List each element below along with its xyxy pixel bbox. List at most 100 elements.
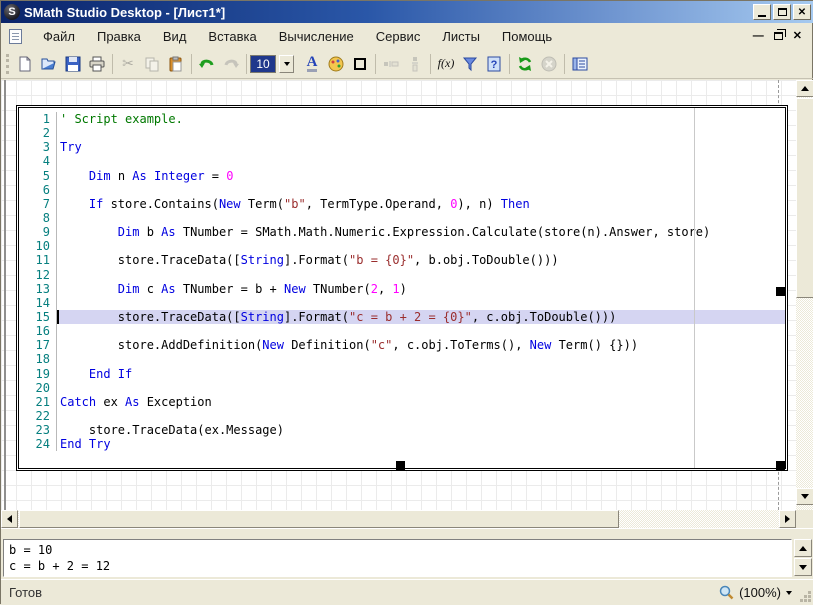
code-line[interactable]: 17 store.AddDefinition(New Definition("c… <box>19 338 785 352</box>
scroll-down-button[interactable] <box>796 488 813 505</box>
menu-item-file[interactable]: Файл <box>32 26 86 47</box>
undo-button[interactable] <box>195 52 219 76</box>
title-bar: S SMath Studio Desktop - [Лист1*] ✕ <box>1 1 813 23</box>
console-scroll-down-button[interactable] <box>794 558 812 576</box>
console-splitter[interactable] <box>1 528 813 537</box>
code-line[interactable]: 9 Dim b As TNumber = SMath.Math.Numeric.… <box>19 225 785 239</box>
console-scroll-up-button[interactable] <box>794 539 812 557</box>
zoom-dropdown-icon[interactable] <box>786 591 792 598</box>
code-line[interactable]: 12 <box>19 268 785 282</box>
refresh-icon <box>517 56 533 72</box>
code-line[interactable]: 22 <box>19 409 785 423</box>
menu-item-help[interactable]: Помощь <box>491 26 563 47</box>
line-text <box>57 409 785 423</box>
code-line[interactable]: 3Try <box>19 140 785 154</box>
code-line[interactable]: 11 store.TraceData([String].Format("b = … <box>19 253 785 267</box>
help-button[interactable]: ? <box>482 52 506 76</box>
code-line[interactable]: 15 store.TraceData([String].Format("c = … <box>19 310 785 324</box>
maximize-button[interactable] <box>773 4 791 20</box>
worksheet-horizontal-scrollbar[interactable] <box>1 510 796 528</box>
new-button[interactable] <box>13 52 37 76</box>
code-editor-region[interactable]: 1' Script example.23Try45 Dim n As Integ… <box>16 105 788 471</box>
cut-button[interactable]: ✂ <box>116 52 140 76</box>
menu-item-tools[interactable]: Сервис <box>365 26 432 47</box>
console-output[interactable]: b = 10 c = b + 2 = 12 <box>3 539 792 577</box>
code-line[interactable]: 2 <box>19 126 785 140</box>
menu-bar: Файл Правка Вид Вставка Вычисление Серви… <box>1 23 813 49</box>
code-line[interactable]: 7 If store.Contains(New Term("b", TermTy… <box>19 197 785 211</box>
code-line[interactable]: 16 <box>19 324 785 338</box>
menu-item-edit[interactable]: Правка <box>86 26 152 47</box>
mdi-close-icon[interactable]: ✕ <box>793 30 802 42</box>
resize-handle-corner[interactable] <box>776 461 785 470</box>
line-number: 18 <box>19 352 57 366</box>
scroll-left-button[interactable] <box>1 510 18 528</box>
line-text: If store.Contains(New Term("b", TermType… <box>57 197 785 211</box>
redo-button[interactable] <box>219 52 243 76</box>
open-button[interactable] <box>37 52 61 76</box>
code-line[interactable]: 1' Script example. <box>19 112 785 126</box>
background-color-button[interactable] <box>324 52 348 76</box>
line-number: 8 <box>19 211 57 225</box>
zoom-level[interactable]: (100%) <box>739 585 781 600</box>
code-line[interactable]: 8 <box>19 211 785 225</box>
worksheet-vertical-scrollbar[interactable] <box>796 80 813 510</box>
document-icon[interactable] <box>9 29 22 44</box>
line-text: Try <box>57 140 785 154</box>
line-text <box>57 296 785 310</box>
horizontal-scroll-thumb[interactable] <box>19 510 619 528</box>
line-text <box>57 126 785 140</box>
filter-button[interactable] <box>458 52 482 76</box>
border-square-icon <box>354 58 366 70</box>
minimize-button[interactable] <box>753 4 771 20</box>
code-lines: 1' Script example.23Try45 Dim n As Integ… <box>19 112 785 451</box>
scroll-right-button[interactable] <box>779 510 796 528</box>
font-size-field[interactable]: 10 <box>250 55 276 73</box>
print-button[interactable] <box>85 52 109 76</box>
console-scrollbar[interactable] <box>794 539 812 577</box>
recalculate-button[interactable] <box>513 52 537 76</box>
close-button[interactable]: ✕ <box>793 4 811 20</box>
line-number: 16 <box>19 324 57 338</box>
options-button[interactable] <box>568 52 592 76</box>
code-line[interactable]: 4 <box>19 154 785 168</box>
code-line[interactable]: 13 Dim c As TNumber = b + New TNumber(2,… <box>19 282 785 296</box>
code-line[interactable]: 6 <box>19 183 785 197</box>
code-line[interactable]: 21Catch ex As Exception <box>19 395 785 409</box>
code-line[interactable]: 19 End If <box>19 367 785 381</box>
resize-handle-bottom[interactable] <box>396 461 405 470</box>
mdi-restore-icon[interactable] <box>774 32 783 40</box>
mdi-minimize-icon[interactable]: — <box>753 30 764 42</box>
menu-item-view[interactable]: Вид <box>152 26 198 47</box>
align-horizontal-button[interactable] <box>379 52 403 76</box>
paste-button[interactable] <box>164 52 188 76</box>
code-line[interactable]: 10 <box>19 239 785 253</box>
stop-button[interactable] <box>537 52 561 76</box>
align-vertical-button[interactable] <box>403 52 427 76</box>
code-line[interactable]: 23 store.TraceData(ex.Message) <box>19 423 785 437</box>
copy-button[interactable] <box>140 52 164 76</box>
toolbar-grip[interactable] <box>6 54 9 74</box>
menu-item-calculation[interactable]: Вычисление <box>268 26 365 47</box>
code-line[interactable]: 18 <box>19 352 785 366</box>
function-button[interactable]: f(x) <box>434 52 458 76</box>
font-size-dropdown[interactable] <box>279 55 294 73</box>
code-line[interactable]: 14 <box>19 296 785 310</box>
code-line[interactable]: 20 <box>19 381 785 395</box>
line-text: Dim c As TNumber = b + New TNumber(2, 1) <box>57 282 785 296</box>
resize-grip[interactable] <box>799 590 811 602</box>
code-line[interactable]: 5 Dim n As Integer = 0 <box>19 169 785 183</box>
vertical-scroll-thumb[interactable] <box>796 98 813 298</box>
scroll-up-button[interactable] <box>796 80 813 97</box>
border-button[interactable] <box>348 52 372 76</box>
resize-handle-right[interactable] <box>776 287 785 296</box>
code-line[interactable]: 24End Try <box>19 437 785 451</box>
menu-item-insert[interactable]: Вставка <box>197 26 267 47</box>
font-color-button[interactable]: A <box>300 52 324 76</box>
console-line: b = 10 <box>9 542 786 558</box>
line-text <box>57 211 785 225</box>
line-number: 3 <box>19 140 57 154</box>
save-button[interactable] <box>61 52 85 76</box>
menu-item-sheets[interactable]: Листы <box>431 26 491 47</box>
paste-clipboard-icon <box>168 56 184 72</box>
